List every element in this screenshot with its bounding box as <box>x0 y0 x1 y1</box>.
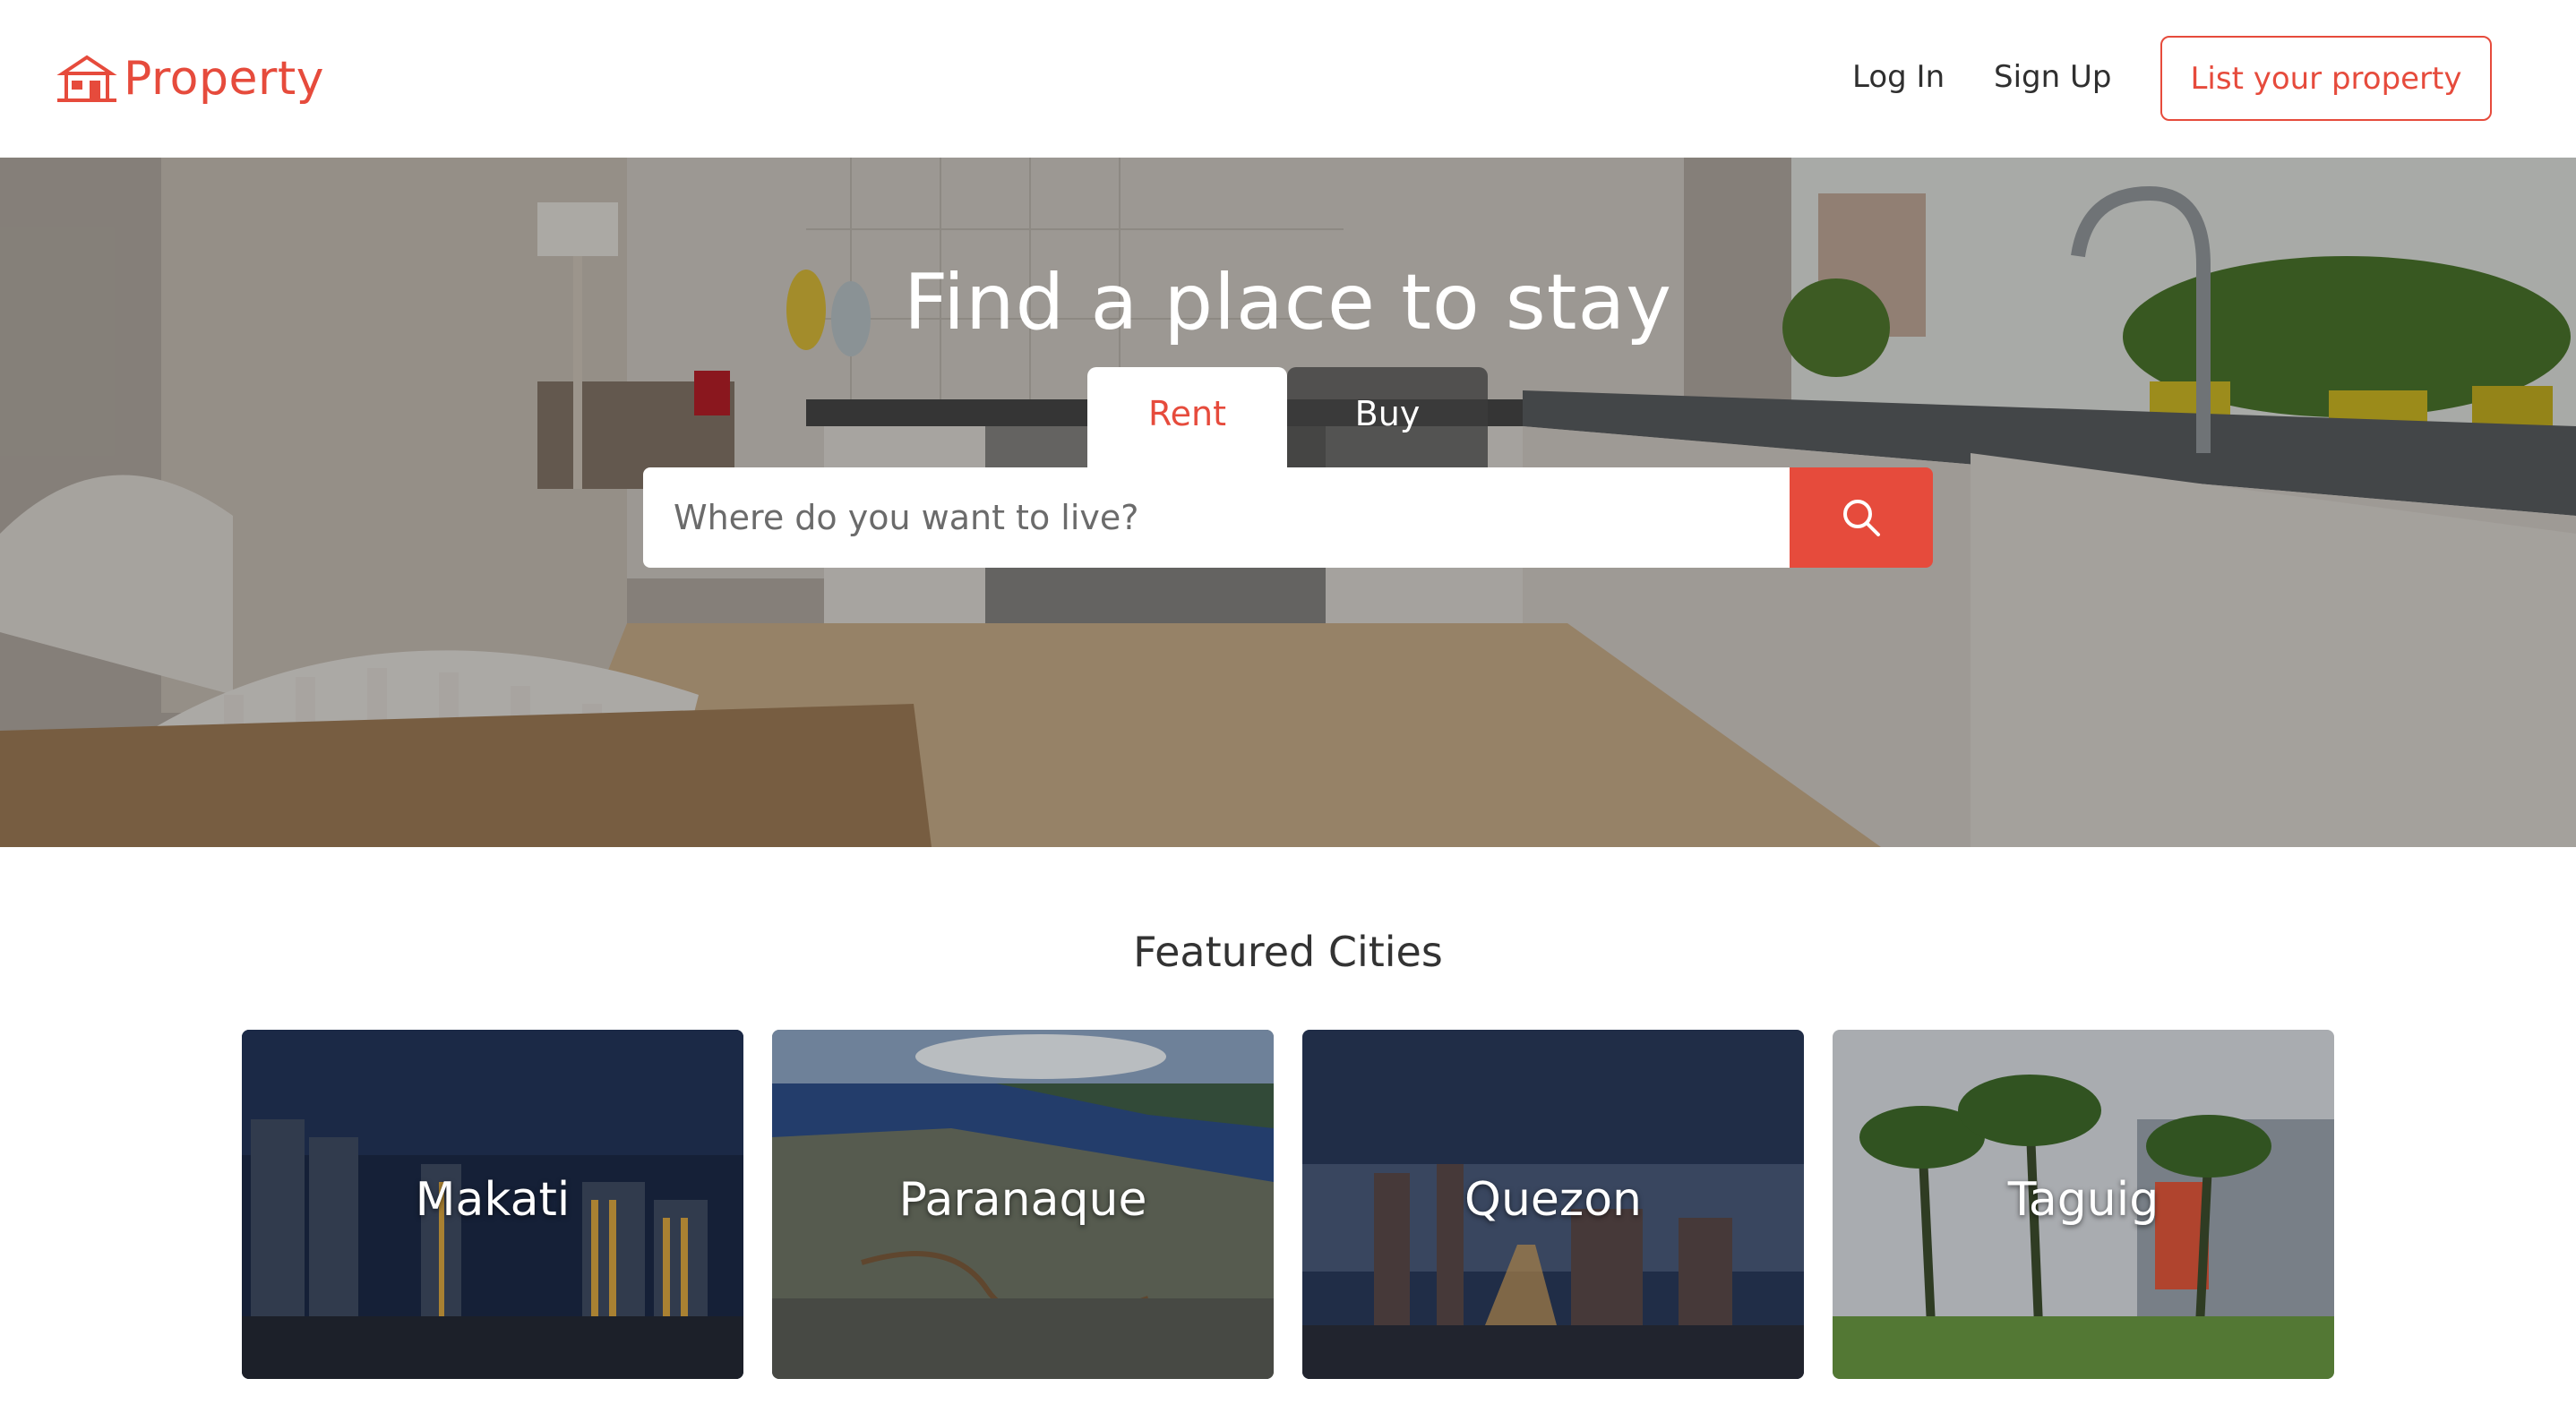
search-bar <box>643 467 1933 568</box>
tab-buy[interactable]: Buy <box>1287 367 1488 467</box>
brand-name: Property <box>124 52 325 106</box>
site-header: Property Log In Sign Up List your proper… <box>0 0 2576 158</box>
city-name: Makati <box>415 1173 571 1227</box>
city-card-makati[interactable]: Makati <box>242 1030 743 1379</box>
search-icon <box>1843 500 1880 536</box>
signup-link[interactable]: Sign Up <box>1994 59 2111 95</box>
city-card-taguig[interactable]: Taguig <box>1833 1030 2334 1379</box>
city-card-paranaque[interactable]: Paranaque <box>772 1030 1274 1379</box>
house-icon <box>56 55 117 102</box>
hero-title: Find a place to stay <box>903 258 1673 347</box>
city-name: Taguig <box>2007 1173 2160 1227</box>
hero-banner: Find a place to stay Rent Buy <box>0 158 2576 847</box>
search-input[interactable] <box>643 467 1790 568</box>
city-name: Paranaque <box>898 1173 1147 1227</box>
login-link[interactable]: Log In <box>1852 59 1945 95</box>
brand-logo[interactable]: Property <box>56 52 324 106</box>
city-card-quezon[interactable]: Quezon <box>1302 1030 1804 1379</box>
city-name: Quezon <box>1464 1173 1642 1227</box>
tab-rent[interactable]: Rent <box>1087 367 1287 467</box>
list-property-button[interactable]: List your property <box>2160 36 2492 121</box>
featured-cities-heading: Featured Cities <box>1133 928 1443 976</box>
search-button[interactable] <box>1790 467 1933 568</box>
